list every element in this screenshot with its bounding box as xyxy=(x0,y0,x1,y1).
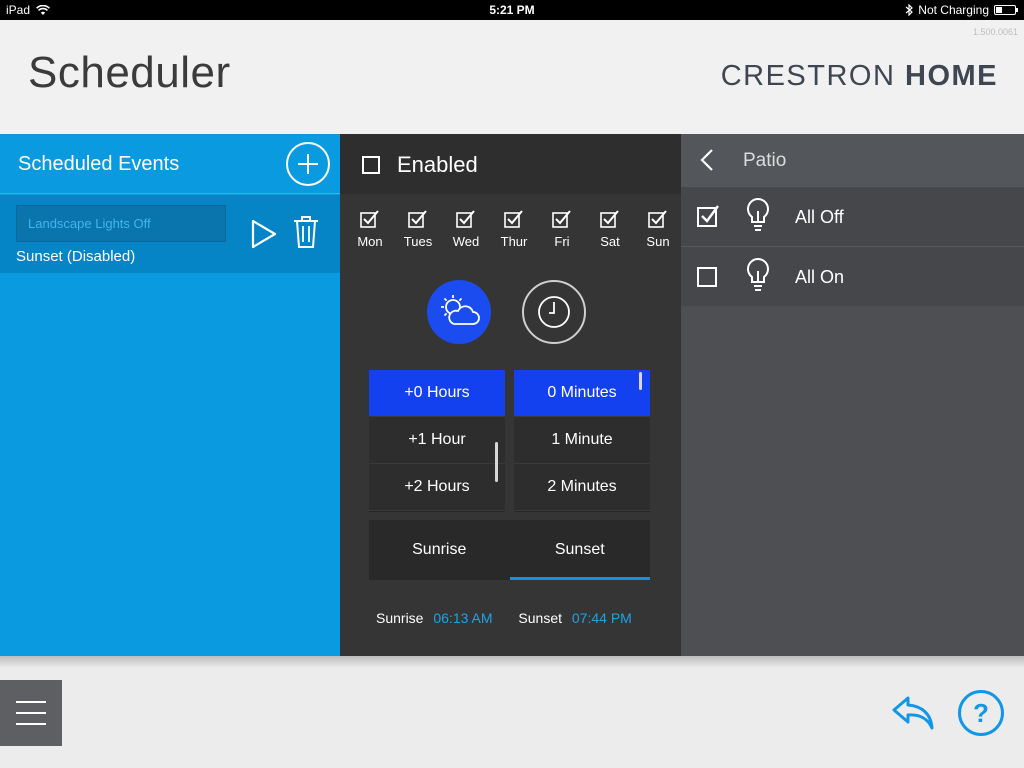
hamburger-icon-bar xyxy=(16,723,46,725)
checkbox-checked-icon xyxy=(360,210,379,228)
day-label: Mon xyxy=(357,234,383,249)
minute-scrollbar[interactable] xyxy=(639,372,642,390)
day-sun[interactable]: Sun xyxy=(638,210,678,249)
sunset-label: Sunset xyxy=(518,610,562,626)
brand-logo: CRESTRON HOME xyxy=(721,60,998,93)
chevron-left-icon[interactable] xyxy=(699,148,715,172)
checkbox-checked-icon xyxy=(552,210,571,228)
lightbulb-icon xyxy=(747,257,769,291)
astronomical-mode-button[interactable] xyxy=(427,280,491,344)
hamburger-icon-bar xyxy=(16,712,46,714)
checkbox-checked-icon[interactable] xyxy=(697,205,719,227)
bluetooth-icon xyxy=(905,4,914,16)
trash-icon[interactable] xyxy=(292,215,320,249)
minute-option[interactable]: 2 Minutes xyxy=(514,464,650,511)
minute-option[interactable]: 0 Minutes xyxy=(514,370,650,417)
scheduled-events-title: Scheduled Events xyxy=(18,153,180,175)
header: 1.500.0061 Scheduler CRESTRON HOME xyxy=(0,20,1024,134)
panel-shadow xyxy=(0,656,1024,668)
checkbox-checked-icon xyxy=(600,210,619,228)
battery-icon xyxy=(994,5,1018,15)
play-icon[interactable] xyxy=(250,219,278,249)
event-row[interactable]: Landscape Lights Off Sunset (Disabled) xyxy=(0,195,340,273)
add-event-button[interactable] xyxy=(286,142,330,186)
status-right: Not Charging xyxy=(905,3,1018,17)
checkbox-unchecked-icon[interactable] xyxy=(697,265,719,287)
version-label: 1.500.0061 xyxy=(972,27,1018,37)
checkbox-checked-icon xyxy=(408,210,427,228)
brand-light: CRESTRON xyxy=(720,60,896,92)
clock: 5:21 PM xyxy=(489,3,535,17)
event-name-field[interactable]: Landscape Lights Off xyxy=(16,205,226,242)
time-mode-button[interactable] xyxy=(522,280,586,344)
status-bar: iPad 5:21 PM Not Charging xyxy=(0,0,1024,20)
minute-offset-picker[interactable]: 0 Minutes 1 Minute 2 Minutes xyxy=(514,370,650,512)
day-tue[interactable]: Tues xyxy=(398,210,438,249)
scene-label: All Off xyxy=(795,207,844,227)
scene-row-all-off[interactable]: All Off xyxy=(681,186,1024,246)
sun-event-tabs: Sunrise Sunset xyxy=(369,520,650,580)
scene-label: All On xyxy=(795,267,845,287)
room-title: Patio xyxy=(743,150,787,171)
day-thu[interactable]: Thur xyxy=(494,210,534,249)
undo-icon[interactable] xyxy=(890,692,936,732)
day-mon[interactable]: Mon xyxy=(350,210,390,249)
day-label: Thur xyxy=(500,234,528,249)
scheduled-events-header: Scheduled Events xyxy=(0,134,340,194)
scene-row-all-on[interactable]: All On xyxy=(681,246,1024,306)
day-wed[interactable]: Wed xyxy=(446,210,486,249)
page-title: Scheduler xyxy=(28,48,231,97)
day-label: Sat xyxy=(600,234,620,249)
scheduled-events-panel: Scheduled Events Landscape Lights Off Su… xyxy=(0,134,340,656)
hamburger-icon-bar xyxy=(16,701,46,703)
hour-option[interactable]: +1 Hour xyxy=(369,417,505,464)
room-header: Patio xyxy=(681,134,1024,186)
day-selector: Mon Tues Wed Thur Fri Sat Sun xyxy=(350,210,678,249)
hour-offset-picker[interactable]: +0 Hours +1 Hour +2 Hours xyxy=(369,370,505,512)
minute-option[interactable]: 1 Minute xyxy=(514,417,650,464)
checkbox-checked-icon xyxy=(504,210,523,228)
event-settings-panel: Enabled Mon Tues Wed Thur Fri Sat Sun +0… xyxy=(340,134,681,656)
room-scenes-panel: Patio All Off All On xyxy=(681,134,1024,656)
sun-times-readout: Sunrise 06:13 AM Sunset 07:44 PM xyxy=(376,610,666,626)
event-subtitle: Sunset (Disabled) xyxy=(16,248,136,265)
menu-button[interactable] xyxy=(0,680,62,746)
tab-sunrise[interactable]: Sunrise xyxy=(369,520,510,580)
hour-option[interactable]: +2 Hours xyxy=(369,464,505,511)
day-label: Sun xyxy=(646,234,670,249)
checkbox-checked-icon xyxy=(456,210,475,228)
tab-sunset[interactable]: Sunset xyxy=(509,520,651,580)
sunset-time: 07:44 PM xyxy=(571,610,632,626)
hour-scrollbar[interactable] xyxy=(495,442,498,482)
day-fri[interactable]: Fri xyxy=(542,210,582,249)
enabled-checkbox[interactable] xyxy=(362,156,380,174)
hour-option[interactable]: +0 Hours xyxy=(369,370,505,417)
enabled-label: Enabled xyxy=(397,152,478,177)
day-label: Wed xyxy=(452,234,480,249)
help-button[interactable]: ? xyxy=(958,690,1004,736)
clock-icon xyxy=(538,296,570,328)
enabled-row[interactable]: Enabled xyxy=(340,134,681,194)
sun-cloud-icon xyxy=(441,295,480,325)
day-sat[interactable]: Sat xyxy=(590,210,630,249)
brand-bold: HOME xyxy=(905,60,998,92)
sunrise-label: Sunrise xyxy=(376,610,424,626)
checkbox-checked-icon xyxy=(648,210,667,228)
lightbulb-icon xyxy=(747,197,769,231)
day-label: Tues xyxy=(403,234,433,249)
sunrise-time: 06:13 AM xyxy=(433,610,493,626)
charging-status: Not Charging xyxy=(918,3,989,17)
day-label: Fri xyxy=(554,234,570,249)
